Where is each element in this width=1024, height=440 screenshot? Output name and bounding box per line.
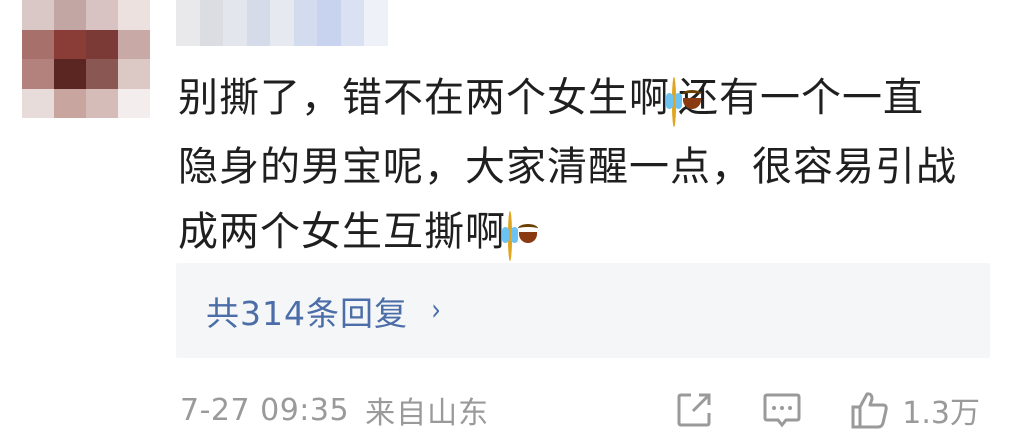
view-replies-button[interactable]: 共314条回复 ›: [176, 263, 990, 358]
comment-icon[interactable]: [762, 390, 802, 430]
source-location: 来自山东: [365, 396, 490, 431]
replies-count-label: 共314条回复: [206, 293, 408, 333]
comment-line-3: 成两个女生互撕啊: [178, 209, 506, 255]
username-blurred[interactable]: [176, 0, 388, 46]
comment-footer: 7-27 09:35 来自山东 1.3万: [180, 385, 1000, 435]
timestamp: 7-27 09:35: [180, 392, 350, 428]
like-count: 1.3万: [902, 396, 980, 431]
crying-laughing-emoji: [666, 77, 682, 127]
comment-card: 别撕了，错不在两个女生啊 还有一个一直 隐身的男宝呢，大家清醒一点，很容易引战 成…: [0, 0, 1024, 440]
crying-laughing-emoji: [502, 211, 518, 261]
comment-line-1b: 还有一个一直: [678, 75, 924, 121]
share-icon[interactable]: [674, 390, 714, 430]
comment-line-2: 隐身的男宝呢，大家清醒一点，很容易引战: [178, 144, 957, 190]
thumbs-up-icon[interactable]: [850, 390, 890, 430]
action-bar: 1.3万: [674, 385, 980, 435]
comment-line-1: 别撕了，错不在两个女生啊: [178, 75, 670, 121]
comment-text: 别撕了，错不在两个女生啊 还有一个一直 隐身的男宝呢，大家清醒一点，很容易引战 成…: [178, 66, 998, 269]
avatar[interactable]: [22, 0, 150, 118]
chevron-right-icon: ›: [431, 293, 441, 328]
